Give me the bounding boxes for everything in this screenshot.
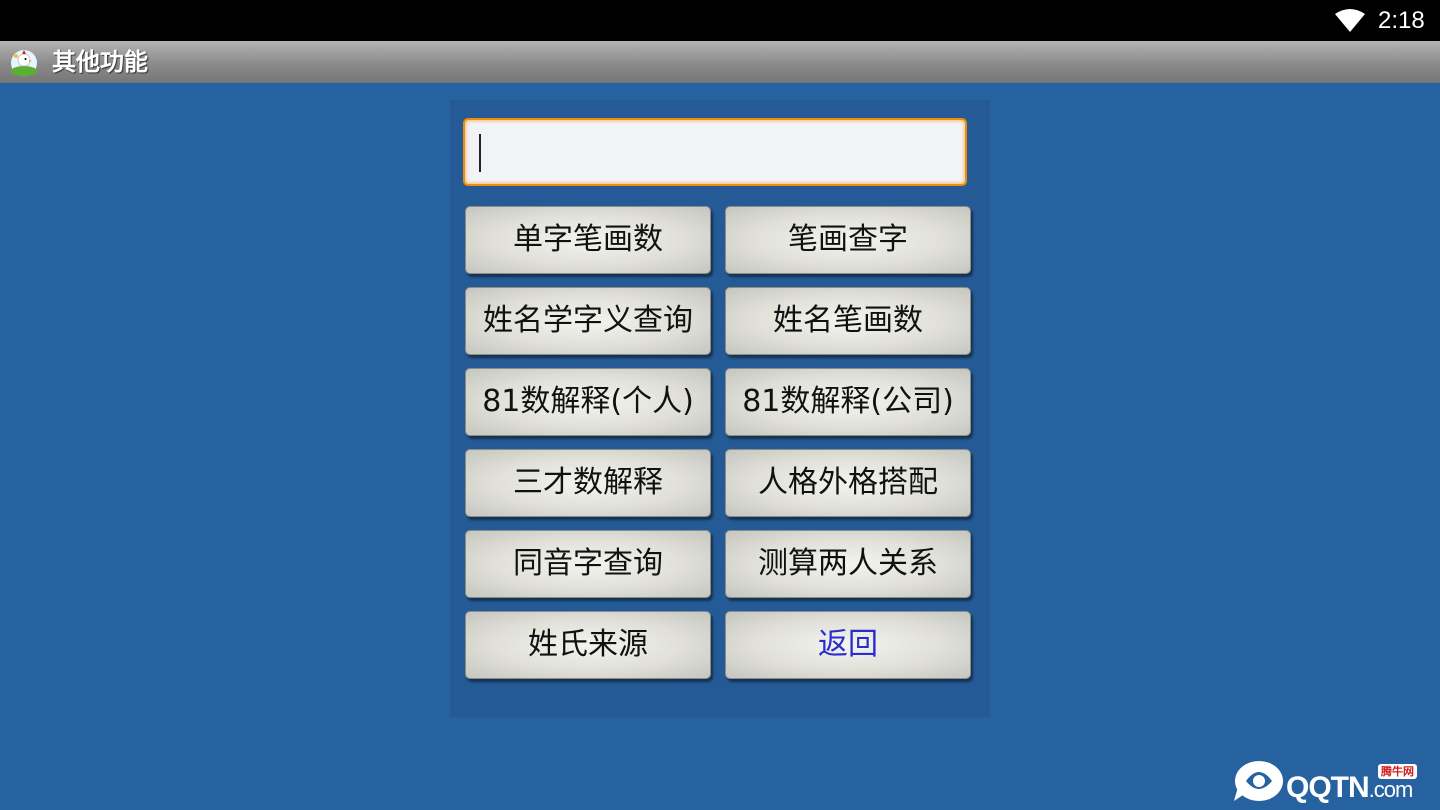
wifi-icon: [1335, 9, 1365, 32]
name-strokes-button[interactable]: 姓名笔画数: [725, 287, 971, 355]
surname-origin-button[interactable]: 姓氏来源: [465, 611, 711, 679]
text-caret: [479, 134, 481, 172]
num81-personal-button[interactable]: 81数解释(个人): [465, 368, 711, 436]
homophone-button[interactable]: 同音字查询: [465, 530, 711, 598]
num81-company-button[interactable]: 81数解释(公司): [725, 368, 971, 436]
page-title: 其他功能: [52, 48, 148, 76]
sancai-button[interactable]: 三才数解释: [465, 449, 711, 517]
personality-match-button[interactable]: 人格外格搭配: [725, 449, 971, 517]
back-button[interactable]: 返回: [725, 611, 971, 679]
relationship-button[interactable]: 测算两人关系: [725, 530, 971, 598]
name-char-meaning-button[interactable]: 姓名学字义查询: [465, 287, 711, 355]
watermark-logo-icon: [1234, 761, 1283, 801]
title-bar: 其他功能: [0, 41, 1440, 83]
strokes-lookup-char-button[interactable]: 笔画查字: [725, 206, 971, 274]
screen: 2:18 其他功能 单字笔画数 笔画查字 姓名学字义查询 姓名笔画数 81数解释…: [0, 0, 1440, 810]
watermark: QQTN.com 腾牛网: [1228, 755, 1438, 807]
clock: 2:18: [1378, 7, 1425, 34]
search-input[interactable]: [463, 118, 967, 186]
status-bar: 2:18: [0, 0, 1440, 41]
watermark-badge: 腾牛网: [1378, 764, 1417, 779]
app-logo-icon: [11, 50, 37, 76]
single-char-strokes-button[interactable]: 单字笔画数: [465, 206, 711, 274]
